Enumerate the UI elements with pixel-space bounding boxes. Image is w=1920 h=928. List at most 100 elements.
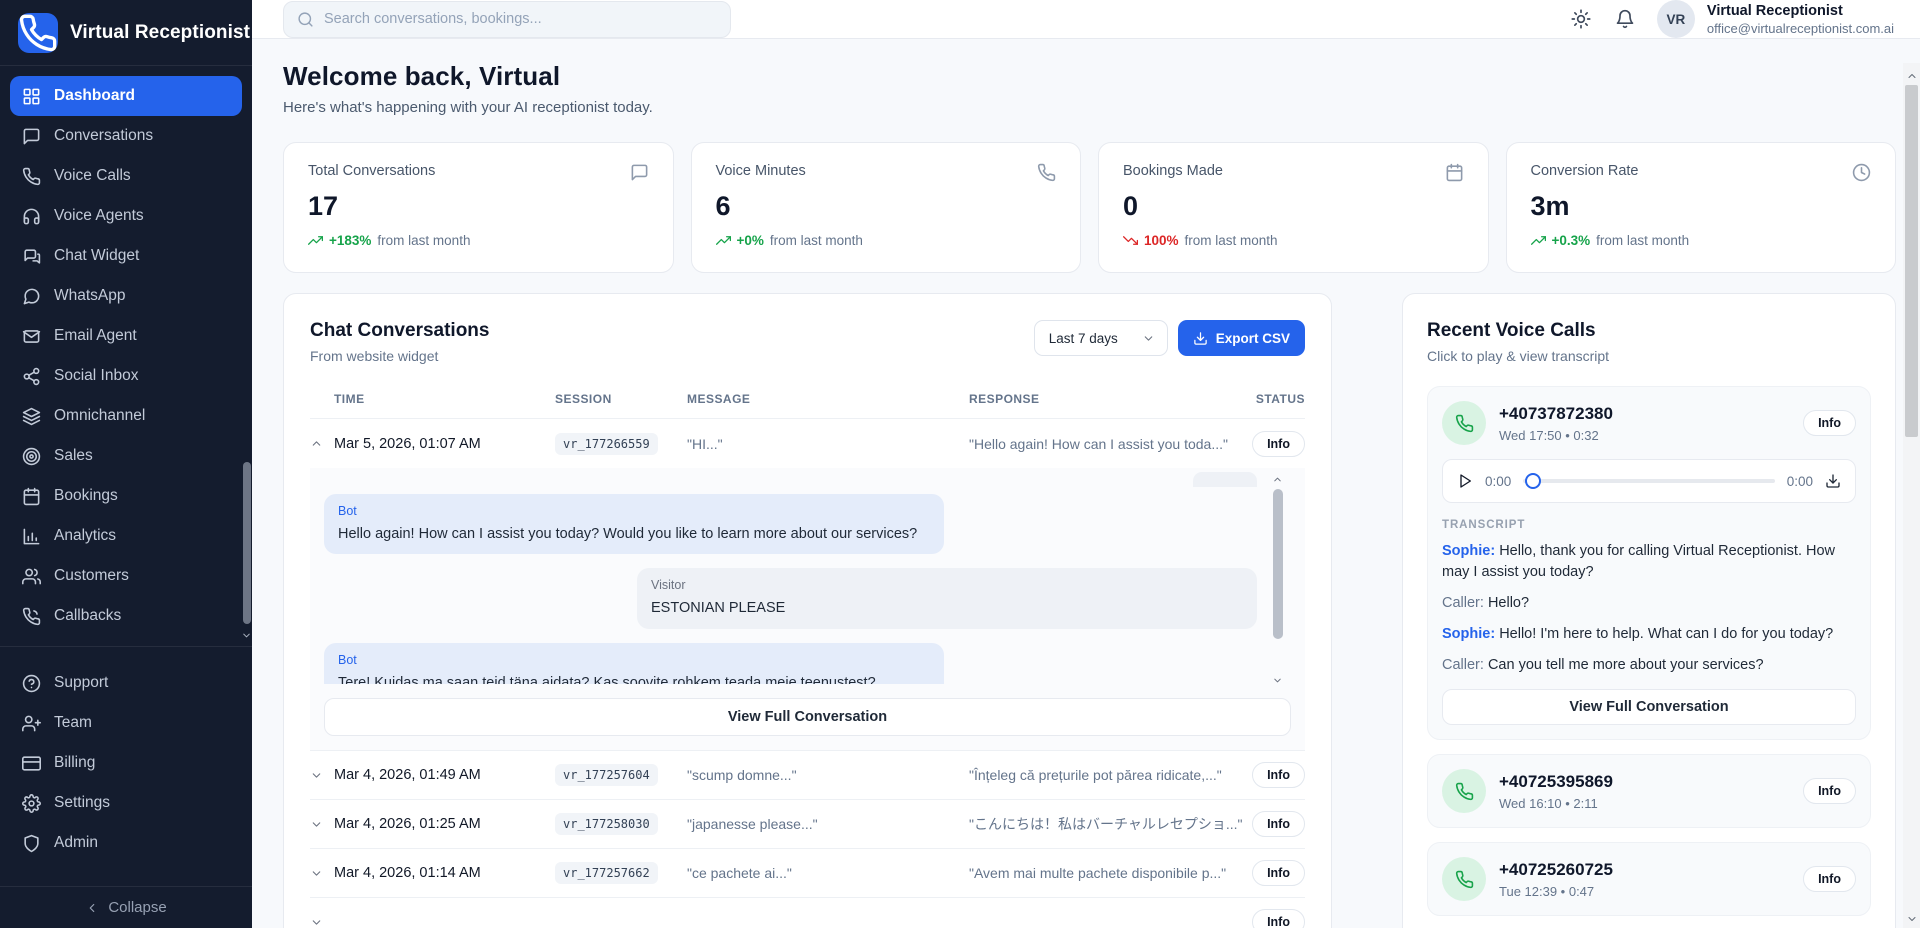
transcript-text: Hello! I'm here to help. What can I do f…: [1499, 626, 1833, 642]
row-time: Mar 4, 2026, 01:49 AM: [334, 767, 555, 783]
scrollbar-thumb[interactable]: [1905, 85, 1918, 437]
collapse-button[interactable]: Collapse: [0, 886, 252, 928]
stat-value: 3m: [1531, 191, 1872, 222]
player-total-time: 0:00: [1787, 474, 1813, 489]
sidebar-item-admin[interactable]: Admin: [10, 823, 242, 863]
sidebar-item-voice-agents[interactable]: Voice Agents: [10, 196, 242, 236]
theme-toggle-sun-icon[interactable]: [1569, 7, 1593, 31]
session-id-badge: vr_177257662: [555, 862, 658, 884]
brand-phone-icon: [18, 13, 58, 53]
page-scrollbar[interactable]: [1903, 63, 1920, 928]
sidebar-item-bookings[interactable]: Bookings: [10, 476, 242, 516]
player-seek-track[interactable]: [1523, 479, 1774, 483]
conversation-row[interactable]: Mar 4, 2026, 01:14 AMvr_177257662"ce pac…: [310, 849, 1305, 898]
sidebar-item-voice-calls[interactable]: Voice Calls: [10, 156, 242, 196]
transcript-speaker: Caller:: [1442, 595, 1484, 611]
call-number: +40725395869: [1499, 772, 1613, 792]
chevron-up-icon[interactable]: [310, 437, 323, 450]
call-meta: Wed 16:10 • 2:11: [1499, 796, 1613, 811]
chevron-down-icon[interactable]: [310, 769, 323, 782]
user-menu[interactable]: VR Virtual Receptionist office@virtualre…: [1657, 0, 1894, 38]
export-csv-button[interactable]: Export CSV: [1178, 320, 1305, 356]
voice-call-card[interactable]: +40725395869 Wed 16:10 • 2:11 Info: [1427, 754, 1871, 828]
scrollbar-down-icon[interactable]: [1906, 912, 1918, 924]
transcript-line: Caller: Can you tell me more about your …: [1442, 655, 1856, 676]
sidebar-item-dashboard[interactable]: Dashboard: [10, 76, 242, 116]
sidebar-item-social-inbox[interactable]: Social Inbox: [10, 356, 242, 396]
sidebar-item-team[interactable]: Team: [10, 703, 242, 743]
search-input[interactable]: [324, 11, 717, 27]
sidebar-item-billing[interactable]: Billing: [10, 743, 242, 783]
search-box[interactable]: [283, 1, 731, 38]
sidebar-item-conversations[interactable]: Conversations: [10, 116, 242, 156]
chat-scrollbar-thumb[interactable]: [1273, 489, 1283, 639]
voice-call-card[interactable]: +40737872380 Wed 17:50 • 0:32 Info 0:000:00…: [1427, 386, 1871, 740]
call-number: +40737872380: [1499, 404, 1613, 424]
sidebar-item-label: Conversations: [54, 127, 153, 145]
info-button[interactable]: Info: [1252, 909, 1305, 928]
date-range-select[interactable]: Last 7 days: [1034, 320, 1168, 356]
chat-card-subtitle: From website widget: [310, 348, 489, 364]
sidebar-scroll-chevron-down-icon[interactable]: [241, 628, 252, 639]
bubble-sender: Bot: [338, 653, 930, 667]
scroll-up-icon[interactable]: [1272, 472, 1283, 483]
chevron-down-icon: [1142, 332, 1155, 345]
call-info-button[interactable]: Info: [1803, 778, 1856, 804]
call-info-button[interactable]: Info: [1803, 410, 1856, 436]
expanded-conversation: BotHello again! How can I assist you tod…: [310, 468, 1305, 751]
conversation-row[interactable]: Info: [310, 898, 1305, 928]
chat-scroll-area[interactable]: BotHello again! How can I assist you tod…: [324, 472, 1291, 684]
main-area: VR Virtual Receptionist office@virtualre…: [252, 0, 1920, 928]
chevron-down-icon[interactable]: [310, 916, 323, 928]
stat-value: 6: [716, 191, 1057, 222]
notifications-bell-icon[interactable]: [1613, 7, 1637, 31]
conversation-row[interactable]: Mar 4, 2026, 01:25 AMvr_177258030"japane…: [310, 800, 1305, 849]
column-header-response: RESPONSE: [969, 392, 1243, 406]
info-button[interactable]: Info: [1252, 431, 1305, 457]
dashboard-columns: Chat Conversations From website widget L…: [283, 293, 1896, 928]
sidebar-item-settings[interactable]: Settings: [10, 783, 242, 823]
sidebar-item-label: Support: [54, 674, 108, 692]
sidebar-item-analytics[interactable]: Analytics: [10, 516, 242, 556]
info-button[interactable]: Info: [1252, 811, 1305, 837]
call-list: +40737872380 Wed 17:50 • 0:32 Info 0:000:00…: [1427, 386, 1871, 916]
call-meta: Wed 17:50 • 0:32: [1499, 428, 1613, 443]
play-icon[interactable]: [1457, 473, 1473, 489]
chevron-down-icon[interactable]: [310, 818, 323, 831]
conversation-row[interactable]: Mar 5, 2026, 01:07 AMvr_177266559"HI..."…: [310, 419, 1305, 468]
transcript-line: Sophie: Hello, thank you for calling Vir…: [1442, 541, 1856, 583]
row-response: "Hello again! How can I assist you toda.…: [969, 436, 1243, 452]
transcript-label: TRANSCRIPT: [1442, 519, 1856, 531]
scroll-down-icon[interactable]: [1272, 673, 1283, 684]
table-body: Mar 5, 2026, 01:07 AMvr_177266559"HI..."…: [310, 419, 1305, 928]
info-button[interactable]: Info: [1252, 860, 1305, 886]
call-info-button[interactable]: Info: [1803, 866, 1856, 892]
download-recording-icon[interactable]: [1825, 473, 1841, 489]
chevron-down-icon[interactable]: [310, 867, 323, 880]
sidebar-item-callbacks[interactable]: Callbacks: [10, 596, 242, 636]
view-full-conversation-button[interactable]: View Full Conversation: [1442, 689, 1856, 725]
row-time: Mar 4, 2026, 01:25 AM: [334, 816, 555, 832]
sidebar-item-support[interactable]: Support: [10, 663, 242, 703]
row-message: "japanesse please...": [687, 816, 969, 832]
sidebar-item-customers[interactable]: Customers: [10, 556, 242, 596]
chat-inner-scrollbar[interactable]: [1270, 472, 1285, 684]
sidebar-item-whatsapp[interactable]: WhatsApp: [10, 276, 242, 316]
sidebar-item-label: Email Agent: [54, 327, 137, 345]
page-content: Welcome back, Virtual Here's what's happ…: [252, 39, 1920, 928]
conversation-row[interactable]: Mar 4, 2026, 01:49 AMvr_177257604"scump …: [310, 751, 1305, 800]
info-button[interactable]: Info: [1252, 762, 1305, 788]
session-id-badge: vr_177266559: [555, 433, 658, 455]
sidebar-item-omnichannel[interactable]: Omnichannel: [10, 396, 242, 436]
sidebar-item-sales[interactable]: Sales: [10, 436, 242, 476]
view-full-conversation-button[interactable]: View Full Conversation: [324, 698, 1291, 736]
call-number: +40725260725: [1499, 860, 1613, 880]
scrollbar-up-icon[interactable]: [1906, 69, 1918, 81]
sidebar-scrollbar-thumb[interactable]: [243, 462, 251, 624]
stat-delta: +0%: [737, 233, 764, 248]
player-seek-thumb[interactable]: [1525, 473, 1541, 489]
voice-call-card[interactable]: +40725260725Tue 12:39 • 0:47Info: [1427, 842, 1871, 916]
audio-player: 0:000:00: [1442, 459, 1856, 503]
sidebar-item-chat-widget[interactable]: Chat Widget: [10, 236, 242, 276]
sidebar-item-email-agent[interactable]: Email Agent: [10, 316, 242, 356]
